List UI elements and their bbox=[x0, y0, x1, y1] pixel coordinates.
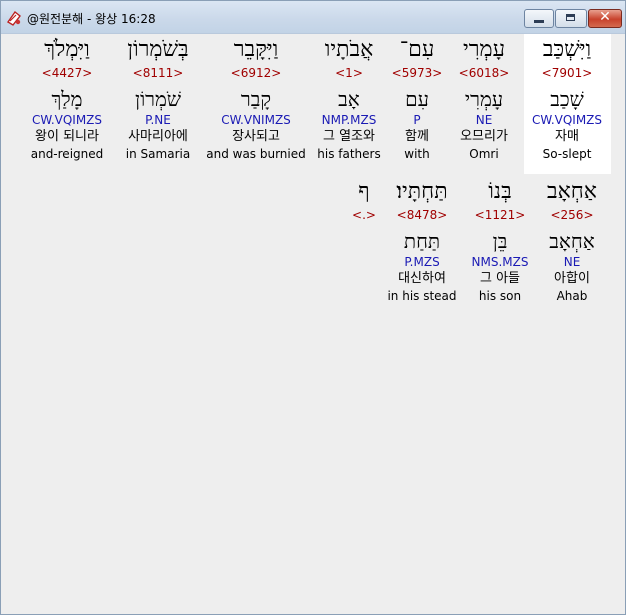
hebrew-word: ף bbox=[358, 179, 370, 204]
korean-gloss: 아합이 bbox=[554, 271, 590, 286]
korean-gloss: 사마리아에 bbox=[128, 129, 188, 144]
strong-number[interactable]: <1> bbox=[307, 64, 391, 82]
maximize-button[interactable] bbox=[555, 9, 587, 28]
english-gloss: Ahab bbox=[556, 289, 588, 303]
word-column[interactable]: בְּנוֹ <1121> בֵּן NMS.MZS 그 아들 his son bbox=[458, 178, 542, 304]
english-gloss: and was burnied bbox=[206, 147, 306, 161]
morphology-code: P.MZS bbox=[404, 255, 440, 269]
hebrew-word: וַיִּמְלֹךְ bbox=[44, 37, 90, 62]
lemma: מָלַךְ bbox=[51, 87, 83, 111]
strong-number[interactable]: <6912> bbox=[204, 64, 308, 82]
interlinear-panel: וַיִּשְׁכַּב <7901> שָׁכַב CW.VQIMZS 자매 … bbox=[1, 34, 625, 614]
english-gloss: in his stead bbox=[387, 289, 457, 303]
korean-gloss: 왕이 되니라 bbox=[35, 129, 99, 144]
title-bar[interactable]: @원전분해 - 왕상 16:28 ✕ bbox=[1, 1, 625, 34]
word-column[interactable]: אֲבֹתָיו <1> אָב NMP.MZS 그 열조와 his fathe… bbox=[307, 36, 391, 162]
hebrew-word: בְּשֹׁמְרוֹן bbox=[127, 37, 189, 62]
close-button[interactable]: ✕ bbox=[588, 9, 622, 28]
english-gloss: his fathers bbox=[317, 147, 381, 161]
morphology-code: CW.VQIMZS bbox=[531, 113, 603, 127]
app-icon bbox=[6, 10, 21, 26]
lemma: בֵּן bbox=[492, 229, 508, 253]
lemma: קָבַר bbox=[240, 87, 272, 111]
strong-number[interactable]: <256> bbox=[530, 206, 614, 224]
minimize-button[interactable] bbox=[524, 9, 554, 28]
english-gloss: in Samaria bbox=[125, 147, 191, 161]
word-column[interactable]: תַּחְתָּיו׃ <8478> תַּחַת P.MZS 대신하여 in … bbox=[380, 178, 464, 304]
word-column[interactable]: בְּשֹׁמְרוֹן <8111> שֹׁמְרוֹן P.NE 사마리아에… bbox=[110, 36, 206, 162]
morphology-code: CW.VQIMZS bbox=[31, 113, 103, 127]
korean-gloss: 대신하여 bbox=[398, 271, 446, 286]
window-title: @원전분해 - 왕상 16:28 bbox=[27, 12, 156, 26]
close-icon: ✕ bbox=[599, 9, 611, 25]
hebrew-word: וַיִּקָּבֵר bbox=[233, 37, 279, 62]
hebrew-word: תַּחְתָּיו׃ bbox=[396, 179, 448, 204]
maximize-icon bbox=[566, 14, 575, 21]
hebrew-word: אַחְאָב bbox=[546, 179, 598, 204]
morphology-code: NMP.MZS bbox=[321, 113, 377, 127]
morphology-code: NMS.MZS bbox=[471, 255, 529, 269]
hebrew-word: אֲבֹתָיו bbox=[324, 37, 374, 62]
strong-number[interactable]: <1121> bbox=[458, 206, 542, 224]
word-column[interactable]: אַחְאָב <256> אַחְאָב NE 아합이 Ahab bbox=[530, 178, 614, 304]
word-column[interactable]: וַיִּמְלֹךְ <4427> מָלַךְ CW.VQIMZS 왕이 되… bbox=[23, 36, 111, 162]
word-column[interactable]: וַיִּשְׁכַּב <7901> שָׁכַב CW.VQIMZS 자매 … bbox=[525, 36, 609, 162]
hebrew-word: וַיִּשְׁכַּב bbox=[542, 37, 592, 62]
strong-number[interactable]: <4427> bbox=[23, 64, 111, 82]
strong-number[interactable]: <8478> bbox=[380, 206, 464, 224]
morphology-code: NE bbox=[563, 255, 581, 269]
app-window: @원전분해 - 왕상 16:28 ✕ וַיִּשְׁכַּב <7901> ש… bbox=[0, 0, 626, 615]
strong-number[interactable]: <.> bbox=[342, 206, 386, 224]
korean-gloss: 그 열조와 bbox=[323, 129, 375, 144]
english-gloss: So-slept bbox=[542, 147, 592, 161]
lemma: אָב bbox=[338, 87, 360, 111]
minimize-icon bbox=[534, 20, 544, 23]
english-gloss: and-reigned bbox=[30, 147, 104, 161]
strong-number[interactable]: <8111> bbox=[110, 64, 206, 82]
hebrew-word: בְּנוֹ bbox=[488, 179, 512, 204]
morphology-code: CW.VNIMZS bbox=[221, 113, 291, 127]
lemma: אַחְאָב bbox=[549, 229, 595, 253]
morphology-code: P.NE bbox=[145, 113, 171, 127]
strong-number[interactable]: <7901> bbox=[525, 64, 609, 82]
lemma: שָׁכַב bbox=[550, 87, 584, 111]
korean-gloss: 자매 bbox=[555, 129, 579, 144]
english-gloss: his son bbox=[478, 289, 522, 303]
lemma: תַּחַת bbox=[403, 229, 441, 253]
korean-gloss: 그 아들 bbox=[479, 271, 520, 286]
lemma: שֹׁמְרוֹן bbox=[134, 87, 182, 111]
korean-gloss: 장사되고 bbox=[232, 129, 280, 144]
word-column[interactable]: ף <.> bbox=[342, 178, 386, 224]
word-column[interactable]: וַיִּקָּבֵר <6912> קָבַר CW.VNIMZS 장사되고 … bbox=[204, 36, 308, 162]
